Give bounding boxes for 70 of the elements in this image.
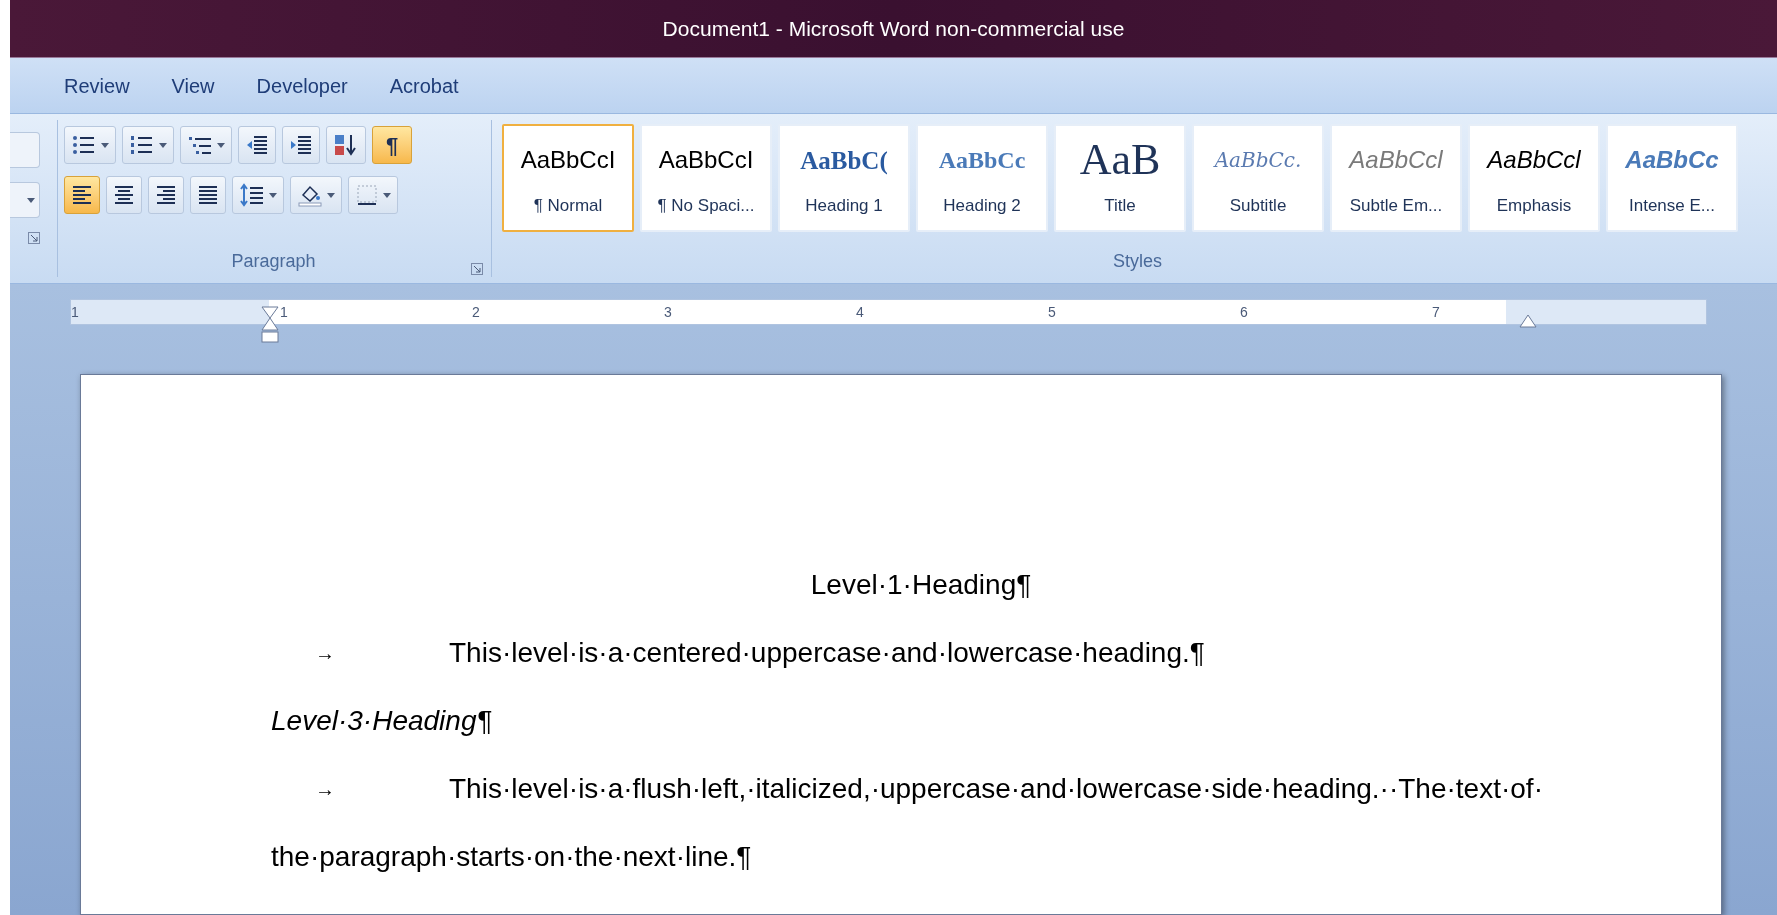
bullet-list-icon [71,134,97,156]
style-gallery-item[interactable]: AaBbCcl Subtle Em... [1330,124,1462,232]
right-indent-marker-icon[interactable] [1519,314,1537,328]
font-color-dropdown[interactable] [10,182,40,218]
tab-mark: → [314,777,336,802]
bullets-button[interactable] [64,126,116,164]
ruler-number: 4 [856,302,864,322]
window-title: Document1 - Microsoft Word non-commercial use [662,15,1125,42]
multilevel-list-icon [187,134,213,156]
caret-icon [327,192,335,198]
style-gallery-item[interactable]: AaBbC( Heading 1 [778,124,910,232]
style-gallery-item[interactable]: AaBbCcI ¶ Normal [502,124,634,232]
ribbon-tab[interactable]: View [155,66,231,105]
show-formatting-button[interactable]: ¶ [372,126,412,164]
indent-marker-icon[interactable] [261,306,279,344]
ruler-number: 3 [664,302,672,322]
style-gallery-item[interactable]: AaBbCc Heading 2 [916,124,1048,232]
ruler-number: 1 [71,302,79,322]
ruler-number: 1 [280,302,288,322]
align-left-button[interactable] [64,176,100,214]
caret-icon [217,142,225,148]
tab-mark: → [314,641,336,666]
paragraph-text: This·level·is·a·flush·left,·italicized,·uppercase·and·lowercase·side·heading.··The·text·of· [449,772,1543,806]
caret-icon [269,192,277,198]
caret-icon [27,197,35,203]
sort-button[interactable] [326,126,366,164]
align-right-icon [155,184,177,206]
group-label: Paragraph [231,250,316,273]
increase-indent-icon [289,134,313,156]
align-left-icon [71,184,93,206]
numbered-list-icon [129,134,155,156]
align-right-button[interactable] [148,176,184,214]
borders-button[interactable] [348,176,398,214]
paragraph-text: the·paragraph·starts·on·the·next·line.¶ [271,840,752,874]
caret-icon [383,192,391,198]
decrease-indent-button[interactable] [238,126,276,164]
paragraph-text: This·level·is·a·centered·uppercase·and·lowercase·heading.¶ [449,636,1205,670]
justify-button[interactable] [190,176,226,214]
dialog-launcher-icon[interactable] [28,232,40,244]
style-gallery-item[interactable]: AaBbCc. Subtitle [1192,124,1324,232]
ruler-number: 6 [1240,302,1248,322]
caret-icon [101,142,109,148]
ruler-number: 7 [1432,302,1440,322]
align-center-button[interactable] [106,176,142,214]
caret-icon [159,142,167,148]
align-center-icon [113,184,135,206]
ribbon-tab[interactable]: Acrobat [373,66,475,105]
line-spacing-button[interactable] [232,176,284,214]
heading-text: Level·1·Heading¶ [810,568,1032,602]
line-spacing-icon [239,183,265,207]
justify-icon [197,184,219,206]
ruler-number: 2 [472,302,480,322]
style-gallery-item[interactable]: AaBbCc Intense E... [1606,124,1738,232]
ribbon-tab[interactable]: Developer [240,66,364,105]
style-gallery-item[interactable]: AaBbCcI ¶ No Spaci... [640,124,772,232]
borders-icon [355,183,379,207]
style-gallery-item[interactable]: AaB Title [1054,124,1186,232]
paint-bucket-icon [297,183,323,207]
group-label: Styles [1113,250,1162,273]
ruler-number: 5 [1048,302,1056,322]
increase-indent-button[interactable] [282,126,320,164]
dialog-launcher-icon[interactable] [471,263,483,275]
ribbon-tab[interactable]: Review [48,66,146,105]
sort-icon [333,133,359,157]
multilevel-button[interactable] [180,126,232,164]
shading-button[interactable] [290,176,342,214]
decrease-indent-icon [245,134,269,156]
heading-text: Level·3·Heading¶ [271,704,492,738]
style-gallery-item[interactable]: AaBbCcl Emphasis [1468,124,1600,232]
numbering-button[interactable] [122,126,174,164]
